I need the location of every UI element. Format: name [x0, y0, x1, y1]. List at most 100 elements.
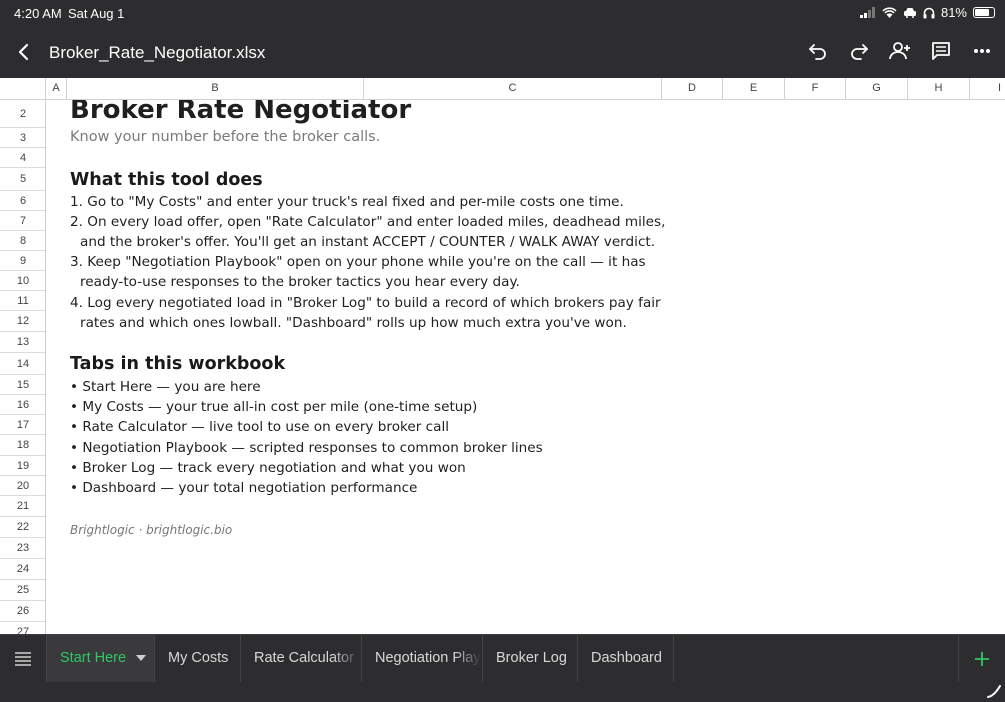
- add-sheet-button[interactable]: [958, 635, 1005, 682]
- row-header[interactable]: 7: [0, 211, 45, 231]
- row-header[interactable]: 17: [0, 415, 45, 435]
- bullet-icon: •: [70, 379, 83, 395]
- sheet-grid[interactable]: Broker Rate Negotiator Know your number …: [46, 100, 1005, 634]
- credit-line[interactable]: Brightlogic · brightlogic.bio: [70, 523, 232, 537]
- sheet-tab-dashboard[interactable]: Dashboard: [578, 635, 674, 682]
- row-header[interactable]: 26: [0, 601, 45, 622]
- column-header-row: A B C D E F G H I: [0, 78, 1005, 100]
- column-header-g[interactable]: G: [846, 78, 908, 100]
- bullet-icon: •: [70, 460, 83, 476]
- sheet-tab-my-costs[interactable]: My Costs: [155, 635, 241, 682]
- list-item[interactable]: • Dashboard — your total negotiation per…: [70, 480, 417, 496]
- more-button[interactable]: [970, 38, 993, 64]
- toolbar-actions: [806, 38, 993, 64]
- row-header[interactable]: 23: [0, 538, 45, 559]
- column-header-f[interactable]: F: [785, 78, 846, 100]
- column-header-b[interactable]: B: [67, 78, 364, 100]
- list-item-text: Dashboard — your total negotiation perfo…: [82, 480, 418, 496]
- row-header[interactable]: 8: [0, 231, 45, 251]
- app-toolbar: Broker_Rate_Negotiator.xlsx: [0, 28, 1005, 78]
- list-item[interactable]: • Start Here — you are here: [70, 379, 261, 395]
- step-line[interactable]: 4. Log every negotiated load in "Broker …: [70, 295, 661, 311]
- sheet-tab-label: Start Here: [60, 650, 127, 666]
- sheet-list-button[interactable]: [0, 635, 47, 682]
- row-header[interactable]: 19: [0, 456, 45, 476]
- list-item[interactable]: • My Costs — your true all-in cost per m…: [70, 399, 477, 415]
- row-header[interactable]: 5: [0, 168, 45, 191]
- status-time: 4:20 AM: [14, 6, 62, 21]
- step-line[interactable]: 3. Keep "Negotiation Playbook" open on y…: [70, 254, 646, 270]
- row-header[interactable]: 10: [0, 271, 45, 291]
- sheet-tab-label: My Costs: [168, 650, 229, 666]
- section-heading-tabs[interactable]: Tabs in this workbook: [70, 354, 285, 374]
- section-heading-what[interactable]: What this tool does: [70, 170, 263, 190]
- row-header[interactable]: 27: [0, 622, 45, 634]
- sheet-subtitle[interactable]: Know your number before the broker calls…: [70, 129, 380, 145]
- sheet-title[interactable]: Broker Rate Negotiator: [70, 100, 411, 125]
- row-header[interactable]: 2: [0, 100, 45, 128]
- more-icon: [973, 49, 990, 53]
- row-header[interactable]: 14: [0, 353, 45, 375]
- add-person-icon: [888, 42, 910, 60]
- battery-percent: 81%: [940, 5, 967, 20]
- caret-down-icon[interactable]: [136, 655, 147, 662]
- list-item[interactable]: • Negotiation Playbook — scripted respon…: [70, 440, 543, 456]
- row-header[interactable]: 21: [0, 496, 45, 517]
- bullet-icon: •: [70, 419, 83, 435]
- sheet-tab-label: Broker Log: [496, 650, 567, 666]
- sheet-tab-rate-calculator[interactable]: Rate Calculator: [241, 635, 362, 682]
- sheet-tab-bar: Start Here My Costs Rate Calculator Nego…: [0, 634, 1005, 682]
- step-line[interactable]: and the broker's offer. You'll get an in…: [80, 234, 655, 250]
- add-person-button[interactable]: [888, 38, 911, 64]
- pencil-icon[interactable]: [987, 684, 1001, 698]
- sheet-tab-negotiation-playbook[interactable]: Negotiation Playbook: [362, 635, 483, 682]
- list-item[interactable]: • Broker Log — track every negotiation a…: [70, 460, 466, 476]
- car-icon: [903, 8, 916, 18]
- row-header[interactable]: 20: [0, 476, 45, 496]
- row-header[interactable]: 16: [0, 395, 45, 415]
- sheet-tab-broker-log[interactable]: Broker Log: [483, 635, 578, 682]
- column-header-d[interactable]: D: [662, 78, 723, 100]
- chevron-left-icon: [18, 43, 29, 61]
- redo-button[interactable]: [847, 38, 870, 64]
- row-header[interactable]: 11: [0, 291, 45, 311]
- row-header[interactable]: 18: [0, 435, 45, 456]
- row-header[interactable]: 15: [0, 375, 45, 395]
- list-item-text: Broker Log — track every negotiation and…: [82, 460, 466, 476]
- status-bar: 4:20 AM Sat Aug 1 81%: [0, 0, 1005, 28]
- corner-cell[interactable]: [0, 78, 46, 100]
- comment-button[interactable]: [929, 38, 952, 64]
- sheet-tab-start-here[interactable]: Start Here: [47, 635, 155, 682]
- row-header[interactable]: 25: [0, 580, 45, 601]
- row-header[interactable]: 3: [0, 128, 45, 148]
- list-item[interactable]: • Rate Calculator — live tool to use on …: [70, 419, 449, 435]
- row-header[interactable]: 6: [0, 191, 45, 211]
- undo-button[interactable]: [806, 38, 829, 64]
- column-header-h[interactable]: H: [908, 78, 970, 100]
- row-header[interactable]: 12: [0, 311, 45, 332]
- column-header-c[interactable]: C: [364, 78, 662, 100]
- back-button[interactable]: [14, 40, 34, 64]
- row-header-column: 2 3 4 5 6 7 8 9 10 11 12 13 14 15 16 17 …: [0, 100, 46, 634]
- column-header-e[interactable]: E: [723, 78, 785, 100]
- status-date: Sat Aug 1: [68, 6, 125, 21]
- step-line[interactable]: 1. Go to "My Costs" and enter your truck…: [70, 194, 624, 210]
- column-header-a[interactable]: A: [46, 78, 67, 100]
- step-line[interactable]: 2. On every load offer, open "Rate Calcu…: [70, 214, 665, 230]
- row-header[interactable]: 4: [0, 148, 45, 168]
- undo-icon: [808, 44, 826, 60]
- headphones-icon: [923, 7, 935, 18]
- step-line[interactable]: rates and which ones lowball. "Dashboard…: [80, 315, 627, 331]
- row-header[interactable]: 13: [0, 332, 45, 353]
- step-line[interactable]: ready-to-use responses to the broker tac…: [80, 274, 520, 290]
- row-header[interactable]: 24: [0, 559, 45, 580]
- signal-icon: [859, 7, 875, 18]
- menu-icon: [15, 651, 31, 666]
- row-header[interactable]: 22: [0, 517, 45, 538]
- column-header-i[interactable]: I: [970, 78, 1005, 100]
- plus-icon: [975, 651, 989, 666]
- redo-icon: [850, 44, 868, 60]
- list-item-text: Negotiation Playbook — scripted response…: [82, 440, 543, 456]
- row-header[interactable]: 9: [0, 251, 45, 271]
- document-title: Broker_Rate_Negotiator.xlsx: [49, 43, 266, 62]
